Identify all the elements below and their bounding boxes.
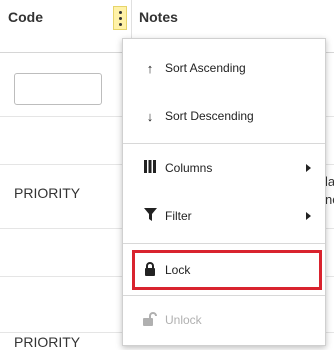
menu-item-columns[interactable]: Columns [123,149,325,187]
menu-item-sort-ascending[interactable]: ↑ Sort Ascending [123,49,325,87]
lock-icon [143,261,157,279]
table-cell-code: PRIORITY [14,334,81,350]
menu-item-label: Filter [165,209,192,223]
submenu-arrow-icon [306,164,311,172]
menu-item-sort-descending[interactable]: ↓ Sort Descending [123,97,325,135]
unlock-icon [143,311,157,329]
column-header-notes[interactable]: Notes [139,9,178,25]
menu-item-unlock: Unlock [123,301,325,339]
menu-separator [123,143,325,144]
menu-separator [123,243,325,244]
column-context-menu: ↑ Sort Ascending ↓ Sort Descending Colum… [122,38,326,346]
column-header-code[interactable]: Code [8,9,43,25]
menu-separator [123,295,325,296]
menu-item-label: Columns [165,161,213,175]
submenu-arrow-icon [306,212,311,220]
table-cell-notes-partial: la [325,174,334,189]
menu-item-label: Sort Descending [165,109,254,123]
data-grid: Code Notes PRIORITY la no PRIORITY ↑ Sor… [0,0,334,350]
filter-icon [143,208,157,224]
menu-item-label: Lock [165,263,191,277]
table-cell-notes-partial: no [325,192,334,207]
menu-item-lock[interactable]: Lock [123,251,325,289]
arrow-down-icon: ↓ [146,108,154,124]
columns-icon [143,160,157,176]
menu-item-filter[interactable]: Filter [123,197,325,235]
menu-item-label: Unlock [165,313,202,327]
kebab-icon[interactable] [113,6,127,30]
arrow-up-icon: ↑ [146,60,154,76]
table-cell-code: PRIORITY [14,185,81,201]
menu-item-label: Sort Ascending [165,61,246,75]
code-filter-input[interactable] [14,73,102,105]
